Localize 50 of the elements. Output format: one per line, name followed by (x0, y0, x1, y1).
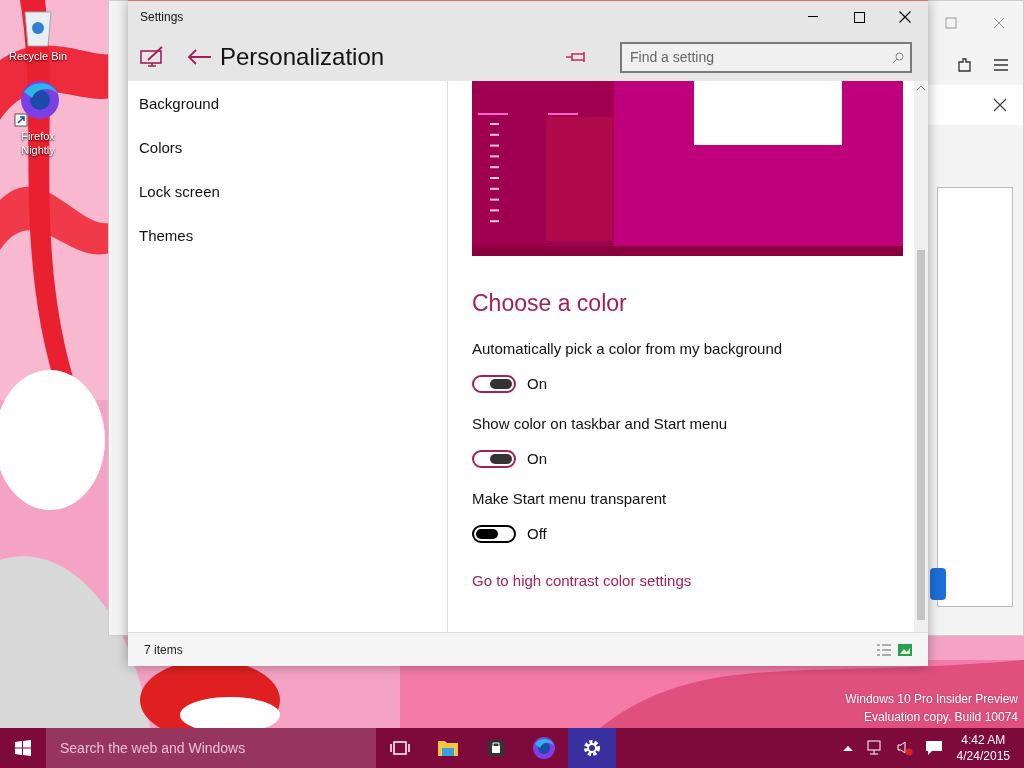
store-bag-icon (486, 738, 506, 758)
side-button[interactable] (930, 568, 946, 600)
back-arrow-icon (187, 49, 211, 65)
puzzle-icon[interactable] (957, 57, 973, 73)
task-view-icon (390, 740, 410, 756)
desktop-icon-label[interactable]: Recycle Bin (8, 50, 68, 64)
nav-item[interactable]: Themes (139, 225, 447, 269)
taskbar-search-field[interactable]: Search the web and Windows (46, 728, 376, 768)
gear-icon (582, 738, 602, 758)
option-label: Make Start menu transparent (472, 488, 668, 509)
search-field[interactable]: Find a setting (620, 41, 912, 73)
close-icon[interactable] (993, 98, 1007, 112)
nav-item[interactable]: Background (139, 93, 447, 137)
folder-icon (437, 739, 459, 757)
os-watermark-text: Windows 10 Pro Insider Preview (845, 691, 1018, 708)
menu-icon[interactable] (993, 59, 1009, 71)
toggle-state-text: Off (527, 524, 547, 544)
page-title: Personalization (220, 42, 386, 72)
nav-item[interactable]: Lock screen (139, 181, 447, 225)
clock-time[interactable]: 4:42 AM (961, 732, 1006, 748)
taskbar-app-button[interactable] (568, 728, 616, 768)
scrollbar[interactable] (914, 81, 928, 632)
status-text: 7 items (144, 641, 184, 659)
speaker-muted-icon[interactable] (896, 740, 913, 756)
high-contrast-link[interactable]: Go to high contrast color settings (472, 569, 914, 592)
clock-date[interactable]: 4/24/2015 (956, 748, 1010, 764)
toggle-state-text: On (527, 374, 547, 394)
os-watermark-text: Evaluation copy. Build 10074 (864, 709, 1018, 726)
toggle-state-text: On (527, 449, 547, 469)
browser-icon (532, 736, 556, 760)
pin-icon[interactable] (566, 51, 588, 63)
windows-logo-icon (15, 740, 31, 756)
toggle-switch[interactable] (472, 375, 516, 394)
notification-icon[interactable] (924, 740, 943, 756)
maximize-icon (853, 11, 865, 23)
option-label: Show color on taskbar and Start menu (472, 413, 729, 434)
toggle-switch[interactable] (472, 525, 516, 544)
scroll-up-icon (917, 85, 925, 90)
search-icon (892, 51, 904, 64)
recycle-bin-icon (21, 8, 55, 48)
section-heading: Choose a color (472, 289, 628, 318)
close-icon (899, 11, 911, 23)
chevron-up-icon[interactable] (842, 745, 853, 751)
image-view-icon[interactable] (898, 643, 912, 656)
paint-monitor-icon (140, 46, 164, 68)
nav-item[interactable]: Colors (139, 137, 447, 181)
minimize-icon (808, 16, 818, 18)
option-label: Automatically pick a color from my background (472, 338, 784, 359)
toggle-switch[interactable] (472, 450, 516, 469)
window-title: Settings (140, 9, 185, 26)
